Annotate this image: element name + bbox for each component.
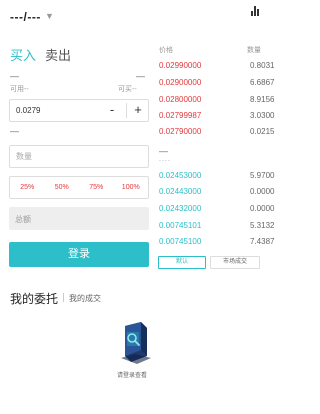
- price-input[interactable]: 0.0279: [16, 106, 40, 115]
- pct-100-button[interactable]: 100%: [114, 177, 149, 198]
- ask-qty: 0.0215: [250, 127, 275, 136]
- tab-buy[interactable]: 买入: [10, 45, 36, 64]
- bid-row[interactable]: 0.02432000 0.0000: [159, 204, 274, 218]
- ask-price: 0.02800000: [159, 95, 202, 104]
- quantity-field: [9, 145, 149, 168]
- bid-qty: 5.9700: [250, 171, 275, 180]
- orderbook-price-header: 价格: [159, 47, 173, 54]
- ask-row[interactable]: 0.02800000 8.9156: [159, 95, 274, 109]
- ask-row[interactable]: 0.02799987 3.0300: [159, 111, 274, 125]
- depth-default-button[interactable]: 默认: [158, 256, 206, 269]
- trading-pair-title[interactable]: ---/---: [10, 10, 41, 24]
- ask-qty: 0.8031: [250, 61, 275, 70]
- empty-state-text: 请登录查看: [117, 373, 148, 379]
- bid-price: 0.02432000: [159, 204, 202, 213]
- bid-price: 0.02453000: [159, 171, 202, 180]
- tab-sell[interactable]: 卖出: [45, 45, 71, 64]
- total-field: 总额: [9, 207, 149, 230]
- bid-qty: 0.0000: [250, 187, 275, 196]
- increase-price-button[interactable]: +: [127, 100, 149, 121]
- bid-row[interactable]: 0.00745101 5.3132: [159, 221, 274, 235]
- chevron-down-icon[interactable]: ▼: [45, 11, 54, 21]
- can-buy-value: —: [136, 71, 145, 81]
- quantity-input[interactable]: [10, 146, 148, 167]
- ask-price: 0.02900000: [159, 78, 202, 87]
- price-estimate: —: [10, 126, 19, 136]
- ask-qty: 8.9156: [250, 95, 275, 104]
- tab-divider: [63, 293, 64, 302]
- ask-row[interactable]: 0.02990000 0.8031: [159, 61, 274, 75]
- ask-price: 0.02790000: [159, 127, 202, 136]
- last-price: —: [159, 146, 168, 156]
- last-price-dots: ....: [159, 156, 171, 163]
- bid-row[interactable]: 0.02453000 5.9700: [159, 171, 274, 185]
- percentage-selector: 25% 50% 75% 100%: [9, 176, 149, 199]
- ask-qty: 6.6867: [250, 78, 275, 87]
- bid-price: 0.00745100: [159, 237, 202, 246]
- login-button[interactable]: 登录: [9, 242, 149, 267]
- pct-75-button[interactable]: 75%: [79, 177, 114, 198]
- bid-row[interactable]: 0.00745100 7.4387: [159, 237, 274, 251]
- price-stepper: 0.0279 - +: [9, 99, 149, 122]
- pct-50-button[interactable]: 50%: [45, 177, 80, 198]
- orderbook-qty-header: 数量: [247, 47, 261, 54]
- tab-my-trades[interactable]: 我的成交: [69, 293, 101, 304]
- ask-row[interactable]: 0.02900000 6.6867: [159, 78, 274, 92]
- bar-chart-icon[interactable]: [251, 6, 260, 16]
- bid-qty: 5.3132: [250, 221, 275, 230]
- bid-price: 0.02443000: [159, 187, 202, 196]
- available-label: 可用--: [10, 86, 29, 93]
- ask-price: 0.02799987: [159, 111, 202, 120]
- can-buy-label: 可买--: [118, 86, 137, 93]
- decrease-price-button[interactable]: -: [100, 100, 124, 121]
- tab-my-orders[interactable]: 我的委托: [10, 290, 58, 307]
- search-document-icon: [117, 320, 153, 365]
- bid-price: 0.00745101: [159, 221, 202, 230]
- bid-qty: 0.0000: [250, 204, 275, 213]
- market-trades-button[interactable]: 市场成交: [210, 256, 260, 269]
- pct-25-button[interactable]: 25%: [10, 177, 45, 198]
- total-label: 总额: [15, 215, 31, 224]
- ask-row[interactable]: 0.02790000 0.0215: [159, 127, 274, 141]
- ask-qty: 3.0300: [250, 111, 275, 120]
- available-value: —: [10, 71, 19, 81]
- ask-price: 0.02990000: [159, 61, 202, 70]
- bid-row[interactable]: 0.02443000 0.0000: [159, 187, 274, 201]
- bid-qty: 7.4387: [250, 237, 275, 246]
